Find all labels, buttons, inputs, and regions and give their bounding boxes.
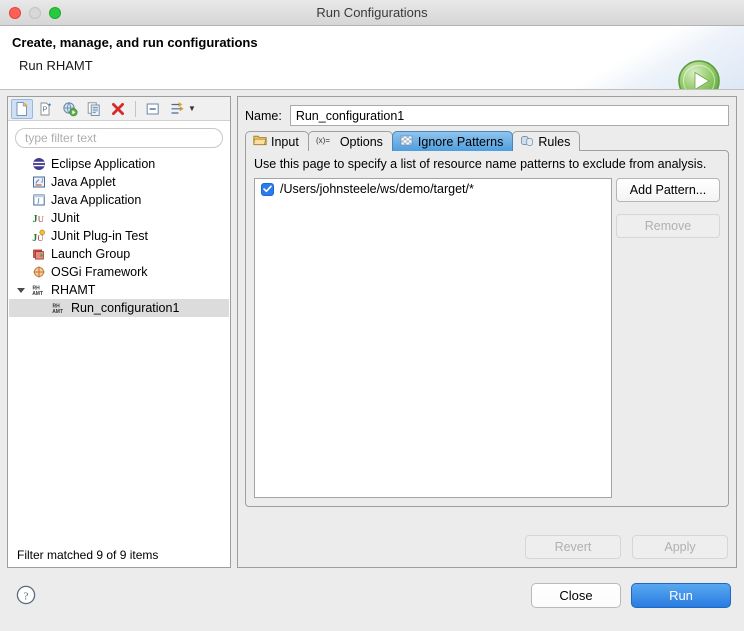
new-configuration-icon[interactable] (11, 98, 33, 119)
tree-item-launch-group[interactable]: Launch Group (9, 245, 229, 263)
name-input[interactable] (289, 105, 729, 126)
configuration-tabs: Input (x)= Options Ignore Patterns Rules (245, 131, 729, 151)
svg-text:J: J (41, 179, 44, 185)
add-pattern-button[interactable]: Add Pattern... (616, 178, 720, 202)
tab-label: Rules (538, 134, 571, 149)
dialog-header: Create, manage, and run configurations R… (0, 26, 744, 90)
zoom-window-button[interactable] (49, 7, 61, 19)
osgi-icon (31, 264, 47, 280)
tab-label: Input (271, 134, 299, 149)
delete-configuration-icon[interactable] (107, 99, 129, 119)
folder-icon (253, 134, 267, 149)
page-subtitle: Run RHAMT (19, 58, 93, 73)
svg-text:J: J (33, 214, 38, 225)
page-title: Create, manage, and run configurations (12, 35, 258, 50)
rhamt-icon: RH AMT (51, 300, 67, 316)
filter-input[interactable] (15, 128, 223, 148)
pattern-icon (400, 134, 414, 150)
window-titlebar: Run Configurations (0, 0, 744, 26)
java-application-icon: J (31, 192, 47, 208)
svg-text:J: J (37, 197, 40, 205)
chevron-down-icon[interactable] (17, 288, 25, 293)
tree-item-rhamt[interactable]: RH AMT RHAMT (9, 281, 229, 299)
tree-item-label: RHAMT (51, 283, 96, 297)
svg-text:?: ? (24, 590, 29, 602)
toolbar-separator (135, 100, 136, 117)
svg-text:AMT: AMT (52, 309, 63, 315)
svg-text:U: U (38, 214, 44, 224)
tab-options[interactable]: (x)= Options (307, 131, 393, 151)
tree-item-junit[interactable]: J U JUnit (9, 209, 229, 227)
run-configurations-dialog: Run Configurations Create, manage, and r… (0, 0, 744, 631)
name-row: Name: (245, 105, 729, 126)
chevron-down-icon[interactable]: ▼ (188, 104, 196, 113)
tree-item-junit-plugin-test[interactable]: J U JUnit Plug-in Test (9, 227, 229, 245)
svg-text:AMT: AMT (32, 291, 43, 297)
java-applet-icon: J (31, 174, 47, 190)
tree-item-java-applet[interactable]: J Java Applet (9, 173, 229, 191)
help-question-icon[interactable]: ? (16, 585, 36, 605)
tree-item-label: Java Applet (51, 175, 116, 189)
ignore-patterns-panel: Use this page to specify a list of resou… (245, 150, 729, 507)
list-item[interactable]: /Users/johnsteele/ws/demo/target/* (255, 179, 611, 199)
footer-buttons: Close Run (531, 583, 731, 608)
pattern-list[interactable]: /Users/johnsteele/ws/demo/target/* (254, 178, 612, 498)
tab-input[interactable]: Input (245, 131, 309, 151)
tab-label: Ignore Patterns (417, 134, 504, 149)
tree-item-run-configuration1[interactable]: RH AMT Run_configuration1 (9, 299, 229, 317)
pattern-actions: Add Pattern... Remove (616, 178, 720, 238)
variable-icon: (x)= (316, 134, 336, 149)
tree-item-label: Run_configuration1 (71, 301, 180, 315)
duplicate-configuration-icon[interactable] (83, 99, 105, 119)
collapse-all-icon[interactable] (142, 99, 164, 119)
close-button[interactable]: Close (531, 583, 621, 608)
tree-item-eclipse-application[interactable]: Eclipse Application (9, 155, 229, 173)
tab-label: Options (339, 134, 383, 149)
rhamt-icon: RH AMT (31, 282, 47, 298)
junit-icon: J U (31, 210, 47, 226)
configuration-editor-panel: Name: Input (x)= Options (237, 96, 737, 568)
window-controls (9, 7, 61, 19)
configurations-tree[interactable]: Eclipse Application J Java Applet J Java… (9, 155, 229, 535)
run-play-icon (676, 58, 722, 89)
pattern-checkbox[interactable] (261, 182, 274, 196)
minimize-window-button[interactable] (29, 7, 41, 19)
dialog-footer: ? Close Run (0, 569, 744, 631)
tree-item-osgi-framework[interactable]: OSGi Framework (9, 263, 229, 281)
tree-item-label: Launch Group (51, 247, 131, 261)
junit-plugin-icon: J U (31, 228, 47, 244)
tree-item-label: JUnit (51, 211, 80, 225)
filter-status-text: Filter matched 9 of 9 items (8, 543, 230, 567)
apply-button[interactable]: Apply (632, 535, 728, 559)
export-configuration-icon[interactable] (59, 99, 81, 119)
pattern-value: /Users/johnsteele/ws/demo/target/* (280, 182, 474, 196)
revert-button[interactable]: Revert (525, 535, 621, 559)
tree-item-label: Java Application (51, 193, 142, 207)
remove-pattern-button[interactable]: Remove (616, 214, 720, 238)
filter-icon[interactable] (166, 99, 188, 119)
run-button[interactable]: Run (631, 583, 731, 608)
configurations-panel: P ▼ type filter text Eclipse Application… (7, 96, 231, 568)
revert-apply-group: Revert Apply (525, 535, 728, 559)
tree-item-java-application[interactable]: J Java Application (9, 191, 229, 209)
tab-ignore-patterns[interactable]: Ignore Patterns (391, 131, 514, 151)
tab-rules[interactable]: Rules (512, 131, 581, 151)
svg-text:(x)=: (x)= (316, 136, 330, 145)
tree-item-label: JUnit Plug-in Test (51, 229, 149, 243)
tree-item-label: Eclipse Application (51, 157, 156, 171)
rules-icon (520, 134, 534, 150)
svg-text:P: P (43, 106, 48, 113)
new-prototype-icon[interactable]: P (35, 99, 57, 119)
ignore-patterns-description: Use this page to specify a list of resou… (254, 157, 707, 171)
tree-item-label: OSGi Framework (51, 265, 148, 279)
name-label: Name: (245, 108, 282, 123)
window-title: Run Configurations (316, 5, 428, 20)
configurations-toolbar: P ▼ (8, 97, 230, 121)
launch-group-icon (31, 246, 47, 262)
eclipse-icon (31, 156, 47, 172)
close-window-button[interactable] (9, 7, 21, 19)
